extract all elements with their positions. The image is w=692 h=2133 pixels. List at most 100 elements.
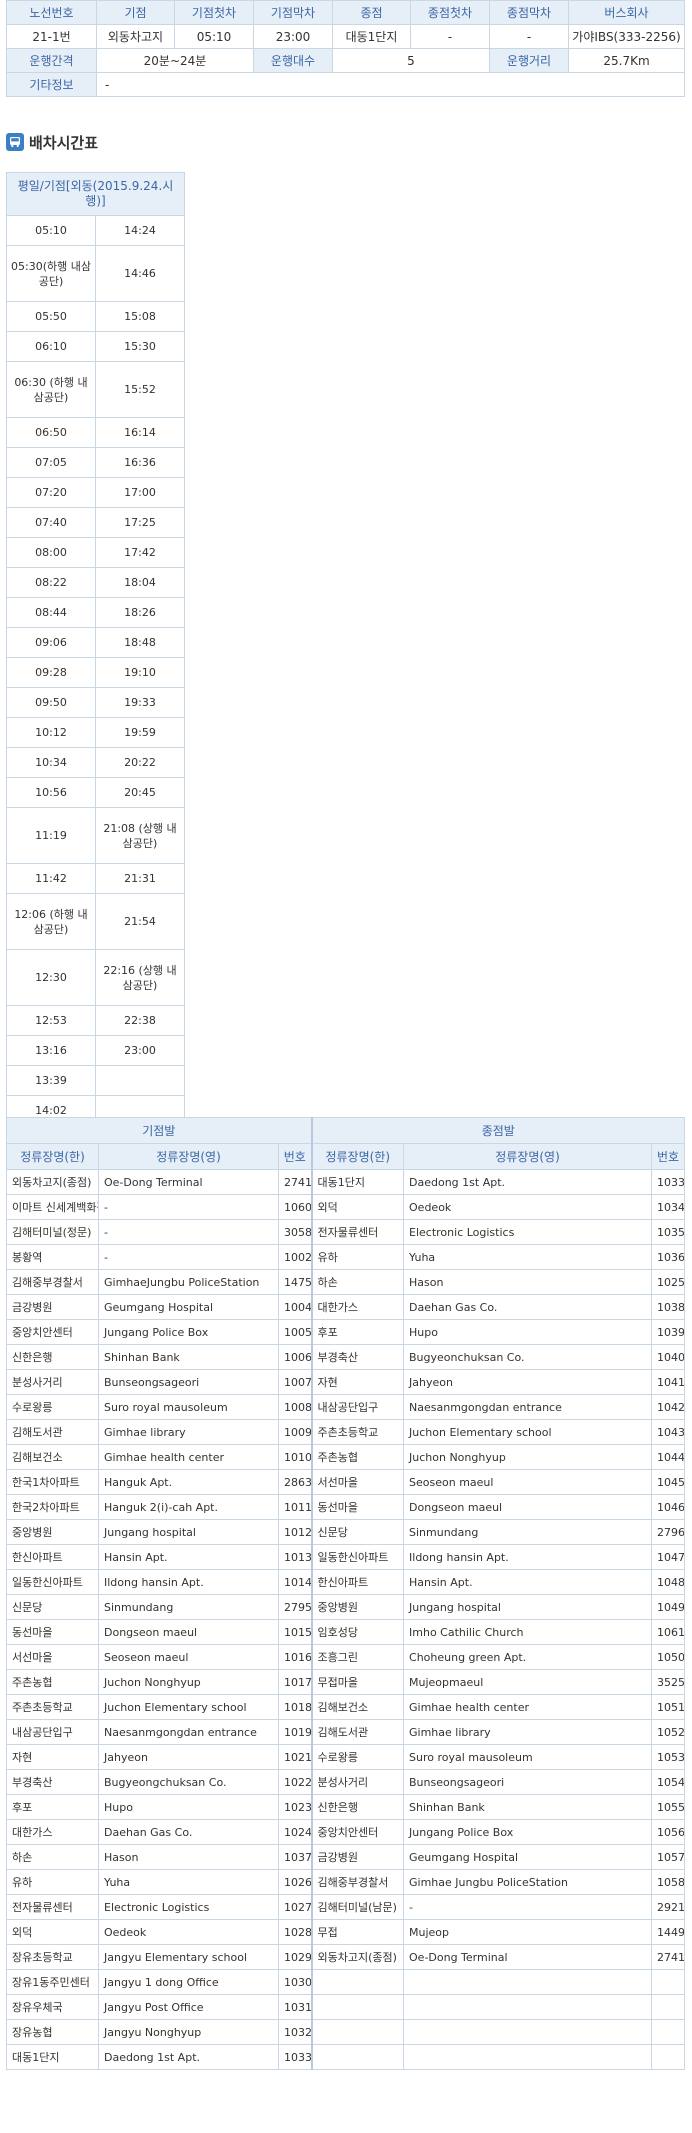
table-row: 분성사거리 Bunseongsageori 1007 자현 Jahyeon 1041 — [6, 1369, 686, 1395]
value-route-number: 21-1번 — [6, 24, 97, 49]
start-stop-number: 1037 — [277, 1844, 313, 1870]
end-stop-number: 1047 — [651, 1544, 686, 1570]
value-end-last: - — [489, 24, 569, 49]
start-stop-number: 1008 — [277, 1394, 313, 1420]
end-stop-name-kr: 조흥그린 — [310, 1644, 405, 1670]
end-stop-name-en: Daedong 1st Apt. — [403, 1169, 653, 1195]
departure-time-afternoon: 16:14 — [94, 417, 186, 448]
start-stop-name-kr: 장유우체국 — [6, 1994, 99, 2020]
start-stop-name-en: Hanguk 2(i)-cah Apt. — [98, 1494, 279, 1520]
table-row: 서선마을 Seoseon maeul 1016 조흥그린 Choheung green … — [6, 1644, 686, 1670]
start-stop-name-en: Oedeok — [98, 1919, 279, 1945]
departure-time-afternoon: 14:46 — [94, 245, 186, 302]
table-row: 장유초등학교 Jangyu Elementary school 1029 외동차고지(… — [6, 1944, 686, 1970]
count-value: 5 — [332, 48, 490, 73]
start-stop-name-en: Jangyu Nonghyup — [98, 2019, 279, 2045]
timetable-row: 10:56 20:45 — [6, 777, 186, 808]
start-stop-number: 1004 — [277, 1294, 313, 1320]
start-stop-name-en: - — [98, 1194, 279, 1220]
start-col-num: 번호 — [277, 1143, 313, 1170]
start-stop-name-kr: 한국2차아파트 — [6, 1494, 99, 1520]
start-stop-name-en: Seoseon maeul — [98, 1644, 279, 1670]
timetable-body: 05:10 14:24 05:30(하행 내삼공단) 14:46 05:50 15:08 0… — [6, 215, 186, 1126]
value-start-first: 05:10 — [174, 24, 254, 49]
end-stop-number: 1054 — [651, 1769, 686, 1795]
start-stop-name-en: Shinhan Bank — [98, 1344, 279, 1370]
table-row: 봉황역 -1002 유하 Yuha 1036 — [6, 1244, 686, 1270]
timetable-row: 13:39 — [6, 1065, 186, 1096]
table-row: 김해도서관 Gimhae library 1009 주촌초등학교 Juchon Elem… — [6, 1419, 686, 1445]
start-stop-name-kr: 장유농협 — [6, 2019, 99, 2045]
end-stop-name-kr: 김해도서관 — [310, 1719, 405, 1745]
start-stop-name-en: Daedong 1st Apt. — [98, 2044, 279, 2070]
start-stop-number: 2795 — [277, 1594, 313, 1620]
departure-time-morning: 07:20 — [6, 477, 96, 508]
end-stop-number: 1058 — [651, 1869, 686, 1895]
end-stop-name-kr — [310, 2019, 405, 2045]
table-row: 대한가스 Daehan Gas Co. 1024 중앙치안센터 Jungang Poli… — [6, 1819, 686, 1845]
end-stop-name-en: Shinhan Bank — [403, 1794, 653, 1820]
timetable-row: 11:42 21:31 — [6, 863, 186, 894]
end-stop-name-kr: 일동한신아파트 — [310, 1544, 405, 1570]
timetable-row: 09:06 18:48 — [6, 627, 186, 658]
start-stop-number: 1010 — [277, 1444, 313, 1470]
route-info-etc-row: 기타정보 - — [6, 72, 685, 97]
start-stop-name-kr: 일동한신아파트 — [6, 1569, 99, 1595]
start-stop-name-kr: 장유초등학교 — [6, 1944, 99, 1970]
end-stop-name-en — [403, 2019, 653, 2045]
start-stop-number: 1060 — [277, 1194, 313, 1220]
end-stop-name-kr: 임호성당 — [310, 1619, 405, 1645]
end-stop-name-en — [403, 1969, 653, 1995]
start-stop-name-en: - — [98, 1244, 279, 1270]
start-stop-name-en: Jangyu 1 dong Office — [98, 1969, 279, 1995]
value-end-first: - — [410, 24, 490, 49]
end-stop-name-en: Ildong hansin Apt. — [403, 1544, 653, 1570]
departure-time-afternoon: 19:59 — [94, 717, 186, 748]
end-stop-name-en: Daehan Gas Co. — [403, 1294, 653, 1320]
end-stop-name-en: Bunseongsageori — [403, 1769, 653, 1795]
departure-time-afternoon: 20:22 — [94, 747, 186, 778]
table-row: 후포 Hupo 1023 신한은행 Shinhan Bank 1055 — [6, 1794, 686, 1820]
start-stop-name-en: Jungang Police Box — [98, 1319, 279, 1345]
end-stop-name-en: Gimhae library — [403, 1719, 653, 1745]
start-stop-number: 1015 — [277, 1619, 313, 1645]
end-stop-number: 1055 — [651, 1794, 686, 1820]
end-stop-name-kr: 무접마을 — [310, 1669, 405, 1695]
table-row: 한신아파트 Hansin Apt. 1013 일동한신아파트 Ildong hansin… — [6, 1544, 686, 1570]
start-stop-name-en: Hansin Apt. — [98, 1544, 279, 1570]
end-stop-name-en: Mujeop — [403, 1919, 653, 1945]
departure-time-morning: 07:40 — [6, 507, 96, 538]
end-stop-name-en: Dongseon maeul — [403, 1494, 653, 1520]
departure-time-morning: 12:53 — [6, 1005, 96, 1036]
start-stop-name-kr: 신문당 — [6, 1594, 99, 1620]
table-row: 주촌농협 Juchon Nonghyup 1017 무접마을 Mujeopmaeul 35… — [6, 1669, 686, 1695]
end-stop-name-en: Electronic Logistics — [403, 1219, 653, 1245]
start-stop-name-kr: 외동차고지(종점) — [6, 1169, 99, 1195]
start-stop-name-kr: 유하 — [6, 1869, 99, 1895]
timetable-row: 06:30 (하행 내삼공단) 15:52 — [6, 361, 186, 418]
end-stop-number: 1034 — [651, 1194, 686, 1220]
timetable-row: 07:40 17:25 — [6, 507, 186, 538]
end-stop-number: 1041 — [651, 1369, 686, 1395]
end-stop-name-kr: 수로왕릉 — [310, 1744, 405, 1770]
end-stop-name-en: - — [403, 1894, 653, 1920]
end-stop-name-en: Sinmundang — [403, 1519, 653, 1545]
table-row: 한국2차아파트 Hanguk 2(i)-cah Apt. 1011 동선마을 Dongs… — [6, 1494, 686, 1520]
end-stop-name-en — [403, 1994, 653, 2020]
table-row: 중앙치안센터 Jungang Police Box 1005 후포 Hupo 1039 — [6, 1319, 686, 1345]
distance-value: 25.7Km — [568, 48, 685, 73]
timetable-row: 12:53 22:38 — [6, 1005, 186, 1036]
end-stop-number: 1449 — [651, 1919, 686, 1945]
end-stop-name-kr: 동선마을 — [310, 1494, 405, 1520]
departure-time-morning: 09:06 — [6, 627, 96, 658]
timetable-row: 09:50 19:33 — [6, 687, 186, 718]
timetable-row: 13:16 23:00 — [6, 1035, 186, 1066]
end-col-num: 번호 — [651, 1143, 686, 1170]
table-row: 중앙병원 Jungang hospital 1012 신문당 Sinmundang 279… — [6, 1519, 686, 1545]
end-stop-name-kr: 신한은행 — [310, 1794, 405, 1820]
end-stop-number: 1053 — [651, 1744, 686, 1770]
timetable-header-row: 평일/기점[외동(2015.9.24.시행)] — [5, 172, 186, 216]
table-row: 이마트 신세계백화점 -1060 외덕 Oedeok 1034 — [6, 1194, 686, 1220]
start-stop-number: 1006 — [277, 1344, 313, 1370]
departure-time-afternoon: 17:25 — [94, 507, 186, 538]
